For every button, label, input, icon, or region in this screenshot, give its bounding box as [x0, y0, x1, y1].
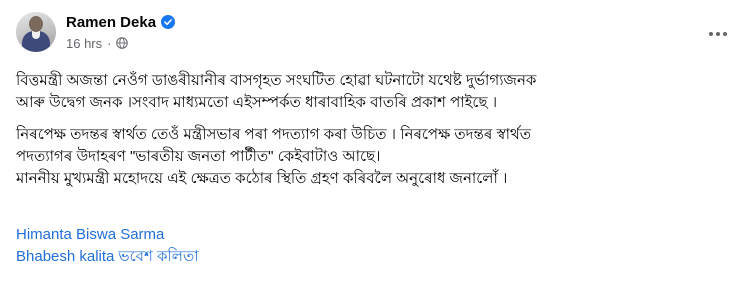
body-line: নিৰপেক্ষ তদন্তৰ স্বাৰ্থত তেওঁ মন্ত্ৰীসভা…: [16, 126, 531, 143]
author-row: Ramen Deka: [66, 12, 176, 32]
avatar[interactable]: [16, 12, 56, 52]
paragraph-1: বিত্তমন্ত্ৰী অজন্তা নেওঁগ ডাঙৰীয়ানীৰ বা…: [16, 70, 734, 114]
more-options-icon[interactable]: [704, 24, 732, 44]
body-line: পদত্যাগৰ উদাহৰণ "ভাৰতীয় জনতা পাৰ্টীত" ক…: [16, 148, 381, 165]
paragraph-2: নিৰপেক্ষ তদন্তৰ স্বাৰ্থত তেওঁ মন্ত্ৰীসভা…: [16, 124, 734, 190]
post-meta: Ramen Deka 16 hrs ·: [66, 12, 176, 52]
post-time[interactable]: 16 hrs: [66, 36, 102, 51]
facebook-post: Ramen Deka 16 hrs · বিত্তমন্ত্ৰী অজন্তা …: [0, 0, 748, 286]
tag-link-bhabesh-english[interactable]: Bhabesh kalita: [16, 246, 114, 268]
post-header: Ramen Deka 16 hrs ·: [16, 12, 176, 52]
tag-line-bhabesh: Bhabesh kalita ভবেশ কলিতা: [16, 246, 199, 268]
tagged-people: Himanta Biswa Sarma Bhabesh kalita ভবেশ …: [16, 224, 199, 268]
verified-badge-icon: [161, 15, 176, 29]
separator-dot: ·: [107, 35, 112, 51]
globe-icon[interactable]: [116, 37, 129, 49]
tag-link-bhabesh-assamese[interactable]: ভবেশ কলিতা: [118, 246, 198, 268]
body-line: আৰু উদ্বেগ জনক ।সংবাদ মাধ্যমতো এইসম্পৰ্ক…: [16, 94, 498, 111]
timestamp-row: 16 hrs ·: [66, 34, 175, 52]
body-line: বিত্তমন্ত্ৰী অজন্তা নেওঁগ ডাঙৰীয়ানীৰ বা…: [16, 72, 537, 89]
body-line: মাননীয় মুখ্যমন্ত্ৰী মহোদয়ে এই ক্ষেত্ৰত…: [16, 170, 508, 187]
author-name[interactable]: Ramen Deka: [66, 14, 156, 31]
tag-link-himanta[interactable]: Himanta Biswa Sarma: [16, 224, 199, 246]
post-body: বিত্তমন্ত্ৰী অজন্তা নেওঁগ ডাঙৰীয়ানীৰ বা…: [16, 70, 734, 190]
